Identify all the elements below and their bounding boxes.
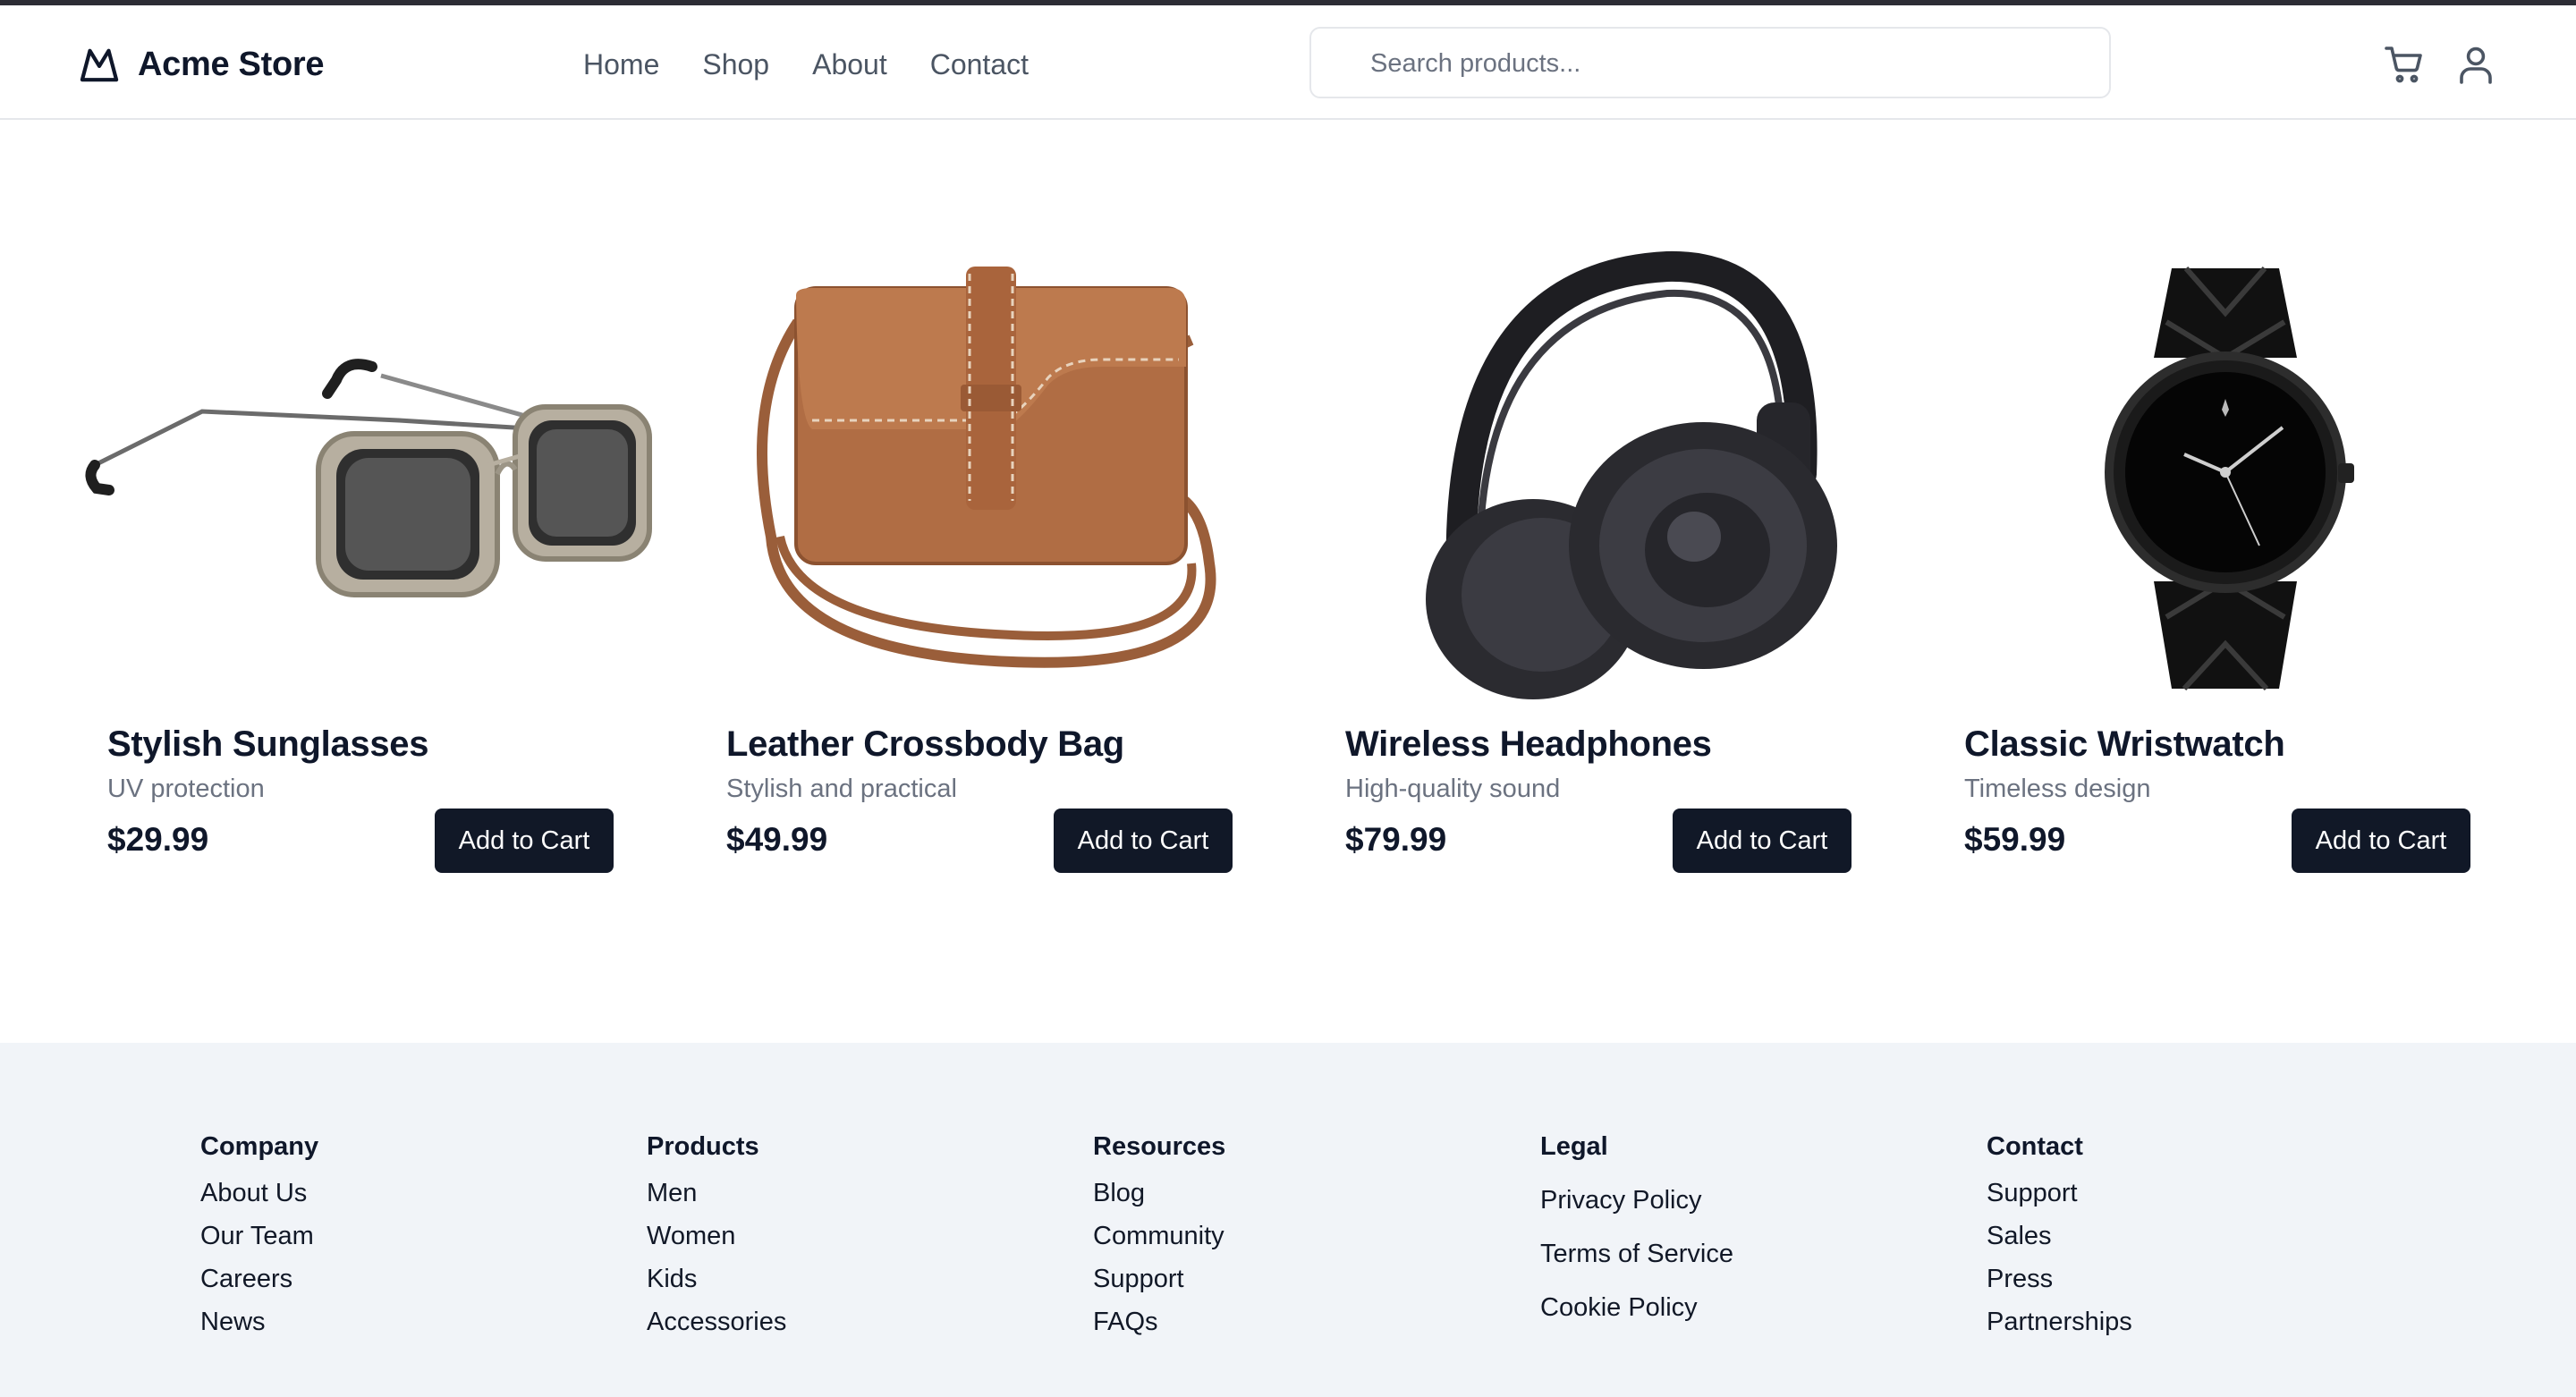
footer-link[interactable]: Privacy Policy xyxy=(1540,1173,1733,1227)
add-to-cart-button[interactable]: Add to Cart xyxy=(2292,809,2470,873)
site-footer: Company About Us Our Team Careers News P… xyxy=(0,1043,2576,1397)
search-input[interactable] xyxy=(1368,29,2088,98)
nav-contact[interactable]: Contact xyxy=(930,45,1029,84)
user-icon xyxy=(2460,47,2492,84)
footer-heading: Contact xyxy=(1987,1132,2083,1161)
footer-column-legal: Legal Privacy Policy Terms of Service Co… xyxy=(1540,1129,1733,1334)
product-image-sunglasses[interactable] xyxy=(77,241,685,707)
add-to-cart-button[interactable]: Add to Cart xyxy=(1054,809,1233,873)
product-card: Leather Crossbody Bag Stylish and practi… xyxy=(726,241,1335,885)
footer-column-contact: Contact Support Sales Press Partnerships xyxy=(1987,1129,2132,1343)
product-price: $59.99 xyxy=(1964,821,2066,858)
add-to-cart-button[interactable]: Add to Cart xyxy=(435,809,614,873)
product-description: UV protection xyxy=(107,775,265,803)
product-title[interactable]: Stylish Sunglasses xyxy=(107,724,429,765)
product-price: $49.99 xyxy=(726,821,828,858)
headphones-image xyxy=(1426,250,1837,699)
footer-heading: Products xyxy=(647,1132,759,1161)
nav-shop[interactable]: Shop xyxy=(702,45,769,84)
footer-column-resources: Resources Blog Community Support FAQs xyxy=(1093,1129,1225,1343)
footer-link[interactable]: Partnerships xyxy=(1987,1300,2132,1343)
cart-icon xyxy=(2385,47,2422,83)
product-description: Timeless design xyxy=(1964,775,2151,803)
footer-link[interactable]: Terms of Service xyxy=(1540,1227,1733,1281)
product-image-leather-bag[interactable] xyxy=(726,241,1335,707)
footer-link[interactable]: Our Team xyxy=(200,1215,318,1257)
footer-heading: Company xyxy=(200,1132,319,1161)
product-card: Stylish Sunglasses UV protection $29.99 … xyxy=(85,241,716,885)
footer-link[interactable]: FAQs xyxy=(1093,1300,1225,1343)
search-box xyxy=(1309,27,2111,98)
brand-name: Acme Store xyxy=(138,45,325,83)
cart-button[interactable] xyxy=(2381,41,2428,88)
footer-link[interactable]: Careers xyxy=(200,1257,318,1300)
footer-link[interactable]: Men xyxy=(647,1172,786,1215)
footer-link[interactable]: Press xyxy=(1987,1257,2132,1300)
footer-link[interactable]: Kids xyxy=(647,1257,786,1300)
footer-link[interactable]: About Us xyxy=(200,1172,318,1215)
product-title[interactable]: Leather Crossbody Bag xyxy=(726,724,1124,765)
main-nav: Home Shop About Contact xyxy=(583,45,1072,84)
product-price: $29.99 xyxy=(107,821,209,858)
product-card: Wireless Headphones High-quality sound $… xyxy=(1345,241,1953,885)
leather-bag-image xyxy=(757,267,1216,668)
site-header: Acme Store Home Shop About Contact xyxy=(0,5,2576,120)
product-price: $79.99 xyxy=(1345,821,1447,858)
wristwatch-image xyxy=(2105,267,2354,691)
footer-link[interactable]: Blog xyxy=(1093,1172,1225,1215)
brand-link[interactable]: Acme Store xyxy=(79,41,325,88)
add-to-cart-button[interactable]: Add to Cart xyxy=(1673,809,1852,873)
product-card: Classic Wristwatch Timeless design $59.9… xyxy=(1964,241,2572,885)
account-button[interactable] xyxy=(2453,41,2499,88)
nav-home[interactable]: Home xyxy=(583,45,659,84)
footer-link[interactable]: Support xyxy=(1093,1257,1225,1300)
footer-link[interactable]: Accessories xyxy=(647,1300,786,1343)
product-title[interactable]: Classic Wristwatch xyxy=(1964,724,2285,765)
footer-heading: Legal xyxy=(1540,1132,1608,1161)
product-description: Stylish and practical xyxy=(726,775,957,803)
footer-column-products: Products Men Women Kids Accessories xyxy=(647,1129,786,1343)
product-description: High-quality sound xyxy=(1345,775,1561,803)
product-title[interactable]: Wireless Headphones xyxy=(1345,724,1712,765)
footer-link[interactable]: News xyxy=(200,1300,318,1343)
footer-link[interactable]: Sales xyxy=(1987,1215,2132,1257)
footer-link[interactable]: Community xyxy=(1093,1215,1225,1257)
product-image-headphones[interactable] xyxy=(1345,241,1953,707)
sunglasses-image xyxy=(85,359,652,597)
nav-about[interactable]: About xyxy=(812,45,887,84)
mountain-logo-icon xyxy=(80,48,119,82)
footer-heading: Resources xyxy=(1093,1132,1226,1161)
footer-column-company: Company About Us Our Team Careers News xyxy=(200,1129,318,1343)
product-image-wristwatch[interactable] xyxy=(1964,241,2572,707)
footer-link[interactable]: Cookie Policy xyxy=(1540,1281,1733,1334)
footer-link[interactable]: Support xyxy=(1987,1172,2132,1215)
footer-link[interactable]: Women xyxy=(647,1215,786,1257)
